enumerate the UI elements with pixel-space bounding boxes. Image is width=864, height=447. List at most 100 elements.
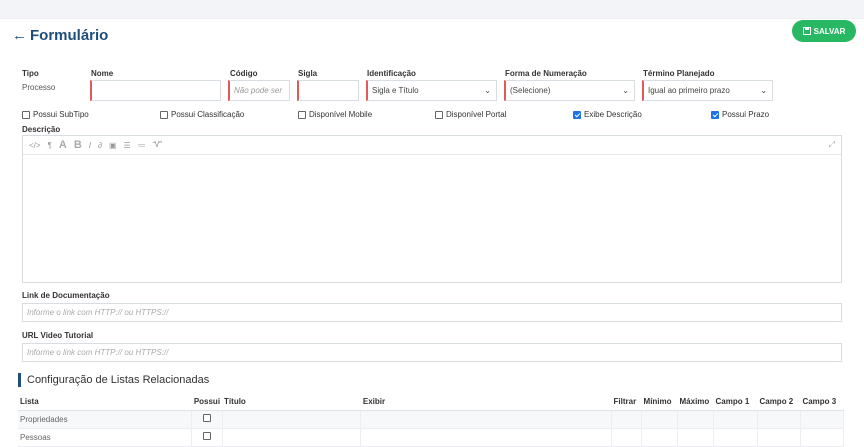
paragraph-icon[interactable]: ¶ [48,141,52,150]
clear-format-icon[interactable]: Ꮙ [153,140,163,150]
checkbox-box[interactable] [22,110,30,119]
tipo-label: Tipo [22,69,39,78]
nome-label: Nome [91,69,114,78]
section-title-text: Configuração de Listas Relacionadas [27,374,210,386]
checkbox-box[interactable] [435,110,443,119]
column-header: Exibir [360,394,612,411]
checkbox-box[interactable] [298,110,306,119]
link-icon[interactable]: ∂ [98,141,102,150]
ordered-list-icon[interactable]: ≔ [138,141,146,150]
save-button[interactable]: SALVAR [792,20,856,42]
list-name: Propriedades [18,410,193,429]
checkbox-disponivel-mobile[interactable]: Disponível Mobile [298,110,372,119]
column-header: Título [222,394,361,411]
numeracao-label: Forma de Numeração [505,69,587,78]
column-header: Campo 2 [757,394,801,411]
font-size-icon[interactable]: A [59,139,67,151]
cell[interactable] [641,428,679,447]
checkbox-possui-prazo[interactable]: Possui Prazo [711,110,769,119]
cell[interactable] [360,410,613,429]
sigla-input[interactable] [297,80,359,101]
image-icon[interactable]: ▣ [109,141,117,150]
editor-toolbar: </> ¶ A B I ∂ ▣ ☰ ≔ Ꮙ ⤢ [23,136,841,155]
column-header: Campo 3 [800,394,844,411]
cell[interactable] [677,410,714,429]
cell[interactable] [713,410,758,429]
checkbox-box[interactable] [202,414,211,422]
link-input[interactable]: Informe o link com HTTP:// ou HTTPS:// [22,303,842,322]
chevron-down-icon: ⌄ [760,86,767,95]
possui-cell [191,428,223,447]
page-title: ← Formulário [12,27,108,44]
checkbox-label: Possui SubTipo [33,110,89,119]
termino-label: Término Planejado [643,69,715,78]
video-input[interactable]: Informe o link com HTTP:// ou HTTPS:// [22,343,842,362]
italic-icon[interactable]: I [89,141,91,150]
section-accent-bar [18,373,21,387]
table-row: Propriedades [18,410,845,429]
column-header: Lista [18,394,192,411]
column-header: Mínimo [641,394,678,411]
codigo-input[interactable]: Não pode ser [228,80,290,101]
cell[interactable] [800,428,845,447]
related-lists-table: Lista Possui Título Exibir Filtrar Mínim… [18,394,845,447]
video-label: URL Video Tutorial [22,331,94,340]
cell[interactable] [677,428,714,447]
bold-icon[interactable]: B [74,139,82,151]
checkbox-label: Possui Prazo [722,110,770,119]
tipo-value: Processo [22,83,56,92]
save-label: SALVAR [813,26,846,36]
checkbox-disponivel-portal[interactable]: Disponível Portal [435,110,506,119]
termino-value: Igual ao primeiro prazo [648,86,730,95]
checkbox-box[interactable] [711,110,719,119]
cell[interactable] [222,428,362,447]
chevron-down-icon: ⌄ [622,86,629,95]
list-name: Pessoas [18,428,193,447]
section-title: Configuração de Listas Relacionadas [18,373,209,387]
checkbox-label: Disponível Mobile [309,110,373,119]
arrow-left-icon[interactable]: ← [12,27,27,44]
checkbox-box[interactable] [202,432,211,440]
checkbox-possui-classificacao[interactable]: Possui Classificação [160,110,244,119]
codigo-label: Código [230,69,258,78]
cell[interactable] [641,410,679,429]
identificacao-value: Sigla e Título [372,86,419,95]
unordered-list-icon[interactable]: ☰ [124,141,131,150]
top-strip [0,0,864,18]
checkbox-label: Exibe Descrição [584,110,642,119]
table-header-row: Lista Possui Título Exibir Filtrar Mínim… [18,394,844,411]
link-label: Link de Documentação [22,291,110,300]
cell[interactable] [757,428,801,447]
column-header: Máximo [677,394,714,411]
possui-cell [191,410,223,429]
column-header: Campo 1 [713,394,758,411]
chevron-down-icon: ⌄ [484,86,491,95]
numeracao-value: (Selecione) [510,86,551,95]
cell[interactable] [360,428,613,447]
cell[interactable] [611,428,643,447]
sigla-label: Sigla [298,69,318,78]
rich-text-editor[interactable]: </> ¶ A B I ∂ ▣ ☰ ≔ Ꮙ ⤢ [22,135,842,283]
cell[interactable] [222,410,362,429]
cell[interactable] [611,410,643,429]
descricao-label: Descrição [22,125,61,134]
checkbox-box[interactable] [160,110,168,119]
cell[interactable] [800,410,845,429]
title-text: Formulário [30,27,109,44]
cell[interactable] [713,428,758,447]
checkbox-box[interactable] [573,110,581,119]
column-header: Filtrar [611,394,642,411]
identificacao-select[interactable]: Sigla e Título ⌄ [366,80,497,101]
floppy-disk-icon [802,27,811,35]
fullscreen-icon[interactable]: ⤢ [829,140,835,150]
checkbox-possui-subtipo[interactable]: Possui SubTipo [22,110,89,119]
cell[interactable] [757,410,801,429]
termino-select[interactable]: Igual ao primeiro prazo ⌄ [642,80,773,101]
nome-input[interactable] [90,80,221,101]
column-header: Possui [191,394,223,411]
table-row: Pessoas [18,428,845,447]
checkbox-label: Possui Classificação [171,110,245,119]
checkbox-exibe-descricao[interactable]: Exibe Descrição [573,110,642,119]
code-view-icon[interactable]: </> [29,141,41,150]
numeracao-select[interactable]: (Selecione) ⌄ [504,80,635,101]
